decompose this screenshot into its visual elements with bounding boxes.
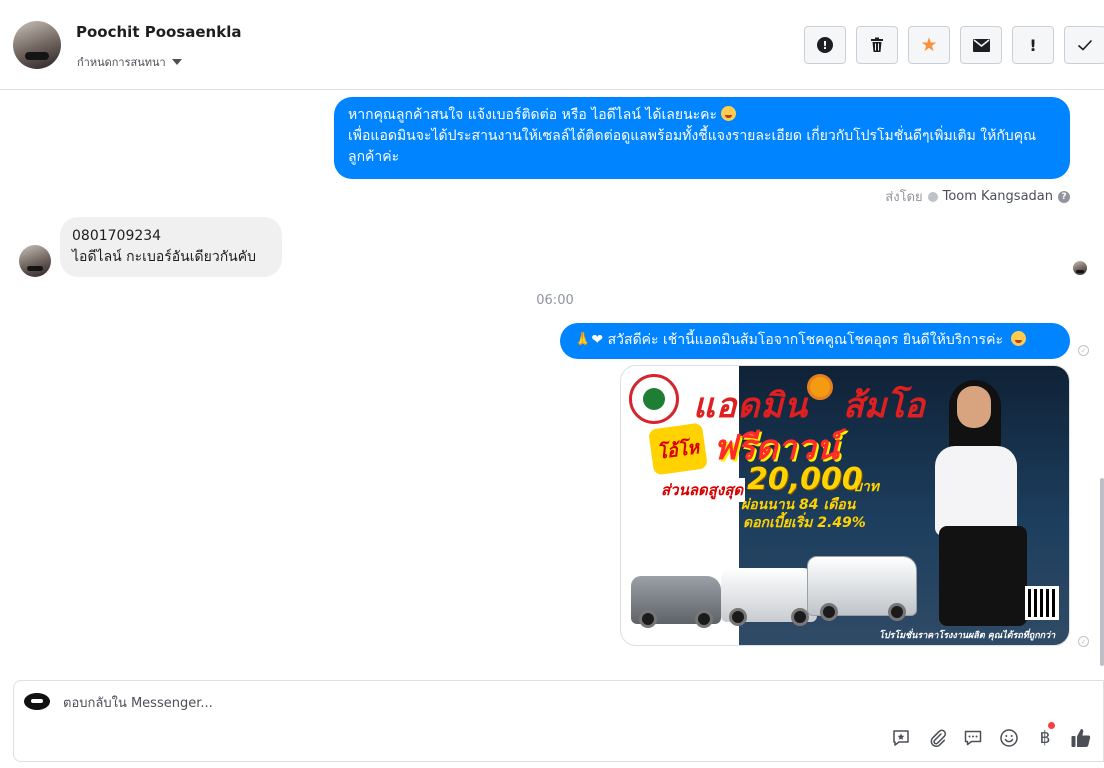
header-actions: ! ★ ! xyxy=(804,26,1104,64)
message-text-line: ไอดีไลน์ กะเบอร์อันเดียวกันคับ xyxy=(72,249,256,265)
like-button[interactable] xyxy=(1070,727,1092,749)
promo-discount-value: 20,000 xyxy=(747,462,863,497)
reply-composer: ฿ xyxy=(13,680,1104,762)
message-text-line: หากคุณลูกค้าสนใจ แจ้งเบอร์ติดต่อ หรือ ไอ… xyxy=(348,107,718,123)
message-text-line: เพื่อแอดมินจะได้ประสานงานให้เซลล์ได้ติดต… xyxy=(348,128,1037,165)
dealer-logo xyxy=(629,374,679,424)
promo-model-figure xyxy=(921,376,1031,626)
saved-reply-icon xyxy=(893,730,909,746)
follow-up-button[interactable]: ! xyxy=(1012,26,1054,64)
composer-tools: ฿ xyxy=(890,722,1092,749)
incoming-message[interactable]: 0801709234 ไอดีไลน์ กะเบอร์อันเดียวกันคั… xyxy=(60,217,282,277)
attachment-icon xyxy=(930,729,947,748)
qr-code-icon xyxy=(1025,586,1059,620)
smiling-face-hearts-icon xyxy=(721,106,737,121)
envelope-icon xyxy=(972,38,990,52)
promo-rate: ดอกเบี้ยเริ่ม 2.49% xyxy=(743,515,866,531)
attach-file-button[interactable] xyxy=(926,727,948,749)
sent-check-icon: ✓ xyxy=(1078,636,1089,647)
alert-circle-icon: ! xyxy=(817,37,833,53)
chat-bubble-icon xyxy=(964,730,982,746)
promo-badge: โอ้โห xyxy=(648,422,708,476)
assign-conversation-label: กำหนดการสนทนา xyxy=(77,56,166,69)
message-text-line: สวัสดีค่ะ เช้านี้แอดมินส้มโอจากโชคคูณโชค… xyxy=(607,332,1003,348)
mascot-icon xyxy=(807,374,833,400)
trash-icon xyxy=(871,37,883,52)
mark-spam-button[interactable]: ! xyxy=(804,26,846,64)
help-icon[interactable]: ? xyxy=(1058,190,1070,203)
caret-down-icon xyxy=(171,59,182,65)
pray-heart-emoji: 🙏❤ xyxy=(574,332,604,348)
outgoing-message[interactable]: หากคุณลูกค้าสนใจ แจ้งเบอร์ติดต่อ หรือ ไอ… xyxy=(334,97,1070,179)
emoji-icon xyxy=(1000,729,1018,747)
check-icon xyxy=(1077,39,1093,51)
scrollbar-thumb[interactable] xyxy=(1100,478,1104,666)
promo-discount-label: ส่วนลดสูงสุด xyxy=(659,478,746,502)
notification-dot xyxy=(1048,722,1055,729)
sender-name[interactable]: Toom Kangsadan xyxy=(943,189,1053,204)
car-sedan-icon xyxy=(631,576,721,628)
status-dot-icon xyxy=(927,191,938,202)
message-thread[interactable]: หากคุณลูกค้าสนใจ แจ้งเบอร์ติดต่อ หรือ ไอ… xyxy=(0,91,1104,671)
baht-payment-icon: ฿ xyxy=(1039,728,1051,748)
smiling-face-hearts-icon xyxy=(1011,331,1027,346)
promo-title-name: ส้มโอ xyxy=(843,386,925,426)
mark-done-button[interactable] xyxy=(1064,26,1104,64)
car-pickup-icon xyxy=(721,568,817,626)
truck-cage-icon xyxy=(807,556,917,621)
reply-input[interactable] xyxy=(63,693,663,713)
assign-conversation-dropdown[interactable]: กำหนดการสนทนา xyxy=(77,53,182,71)
contact-avatar[interactable] xyxy=(13,21,61,69)
mark-unread-button[interactable] xyxy=(960,26,1002,64)
promo-footer: โปรโมชั่นราคาโรงงานผลิต คุณได้รถที่ถูกกว… xyxy=(879,631,1056,641)
outgoing-message[interactable]: 🙏❤ สวัสดีค่ะ เช้านี้แอดมินส้มโอจากโชคคูณ… xyxy=(560,323,1070,359)
contact-name[interactable]: Poochit Poosaenkla xyxy=(76,23,241,41)
quick-reply-button[interactable] xyxy=(962,727,984,749)
sent-by-info: ส่งโดย Toom Kangsadan ? xyxy=(885,186,1070,207)
seen-indicator-avatar xyxy=(1073,261,1087,275)
emoji-button[interactable] xyxy=(998,727,1020,749)
star-button[interactable]: ★ xyxy=(908,26,950,64)
payment-button[interactable]: ฿ xyxy=(1034,722,1056,749)
star-icon: ★ xyxy=(920,34,938,56)
message-text-line: 0801709234 xyxy=(72,228,162,244)
like-icon xyxy=(1071,729,1091,747)
sent-by-label: ส่งโดย xyxy=(885,190,923,205)
promo-image-attachment[interactable]: แอดมิน ส้มโอ โอ้โห ฟรีดาวน์ ส่วนลดสูงสุด… xyxy=(620,365,1070,646)
exclamation-icon: ! xyxy=(1029,35,1037,55)
delete-button[interactable] xyxy=(856,26,898,64)
conversation-header: Poochit Poosaenkla กำหนดการสนทนา ! ★ ! xyxy=(0,0,1104,90)
page-avatar xyxy=(24,693,50,710)
contact-avatar-small xyxy=(19,245,51,277)
saved-reply-button[interactable] xyxy=(890,727,912,749)
message-timestamp: 06:00 xyxy=(536,293,574,308)
sent-check-icon: ✓ xyxy=(1078,345,1089,356)
promo-baht: บาท xyxy=(853,479,879,495)
